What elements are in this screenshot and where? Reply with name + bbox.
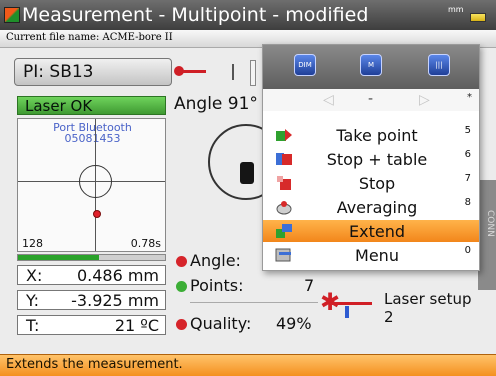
laser-dot-icon bbox=[93, 210, 101, 218]
port-id: 05081453 bbox=[64, 132, 121, 145]
units-badge: mm bbox=[448, 5, 488, 24]
target-circle bbox=[79, 165, 112, 198]
laser-target-view: Port Bluetooth 05081453 128 0.78s bbox=[17, 118, 166, 252]
menu-item-menu[interactable]: Menu 0 bbox=[263, 244, 479, 266]
value-number: 21 ºC bbox=[114, 316, 159, 335]
laser-status-badge: Laser OK bbox=[17, 96, 166, 115]
side-rail-label: CONN bbox=[485, 210, 495, 237]
measure-icon[interactable]: M bbox=[360, 54, 382, 76]
scale-marker bbox=[250, 60, 256, 86]
stop-table-icon bbox=[276, 153, 292, 165]
tab-dim-text: DIM bbox=[298, 61, 312, 69]
menu-item-label: Extend bbox=[349, 222, 405, 241]
extend-icon bbox=[276, 224, 292, 238]
value-label: Y: bbox=[26, 291, 40, 310]
stop-icon bbox=[277, 176, 291, 190]
menu-item-key: 6 bbox=[464, 149, 471, 160]
menu-item-stop[interactable]: Stop 7 bbox=[263, 172, 479, 194]
angle-status-icon bbox=[176, 256, 187, 267]
status-text: Extends the measurement. bbox=[6, 357, 183, 372]
quality-status-icon bbox=[176, 319, 187, 330]
menu-item-label: Take point bbox=[336, 126, 418, 145]
points-value: 7 bbox=[304, 276, 315, 295]
laser-setup-label[interactable]: Laser setup bbox=[384, 290, 471, 308]
value-label: X: bbox=[26, 266, 43, 285]
points-label: Points: bbox=[190, 276, 244, 295]
menu-item-label: Stop + table bbox=[326, 150, 428, 169]
quality-label: Quality: bbox=[190, 314, 252, 333]
sensor-icon bbox=[240, 162, 254, 184]
time-readout: 0.78s bbox=[130, 237, 161, 250]
nav-prev-icon[interactable]: ◁ bbox=[323, 92, 334, 108]
laser-setup-arrow-icon bbox=[345, 306, 349, 318]
nav-page-label: - bbox=[368, 91, 374, 107]
laser-pointer-beam bbox=[178, 70, 206, 73]
current-file-label: Current file name: ACME-bore II bbox=[6, 32, 173, 43]
menu-item-key: 5 bbox=[464, 125, 471, 136]
menu-item-label: Stop bbox=[358, 174, 396, 193]
laser-setup-value: 2 bbox=[384, 308, 394, 326]
battery-icon bbox=[470, 13, 486, 22]
points-status-icon bbox=[176, 281, 187, 292]
signal-readout: 128 bbox=[22, 237, 43, 250]
progress-fill bbox=[18, 255, 99, 260]
menu-icon bbox=[275, 248, 291, 262]
menu-item-averaging[interactable]: Averaging 8 bbox=[263, 196, 479, 218]
menu-item-label: Menu bbox=[355, 246, 399, 265]
quality-value: 49% bbox=[276, 314, 312, 333]
menu-item-key: 7 bbox=[464, 173, 471, 184]
menu-nav: ◁ - ▷ * bbox=[263, 89, 479, 111]
laser-setup-beam bbox=[332, 302, 372, 305]
app-icon bbox=[4, 7, 20, 23]
pi-label: PI: SB13 bbox=[23, 62, 94, 82]
pi-selector[interactable]: PI: SB13 bbox=[14, 58, 172, 86]
nav-next-icon[interactable]: ▷ bbox=[419, 92, 430, 108]
context-menu: DIM M ||| ◁ - ▷ * Take point 5 Stop + ta… bbox=[262, 44, 480, 271]
value-number: -3.925 mm bbox=[71, 291, 159, 310]
title-bar: Measurement - Multipoint - modified mm bbox=[0, 0, 496, 30]
menu-tab-strip: DIM M ||| bbox=[263, 45, 479, 89]
angle-heading: Angle 91° bbox=[174, 94, 258, 114]
menu-item-key: 0 bbox=[464, 245, 471, 256]
measurement-screen: Measurement - Multipoint - modified mm C… bbox=[0, 0, 496, 376]
laser-status-label: Laser OK bbox=[25, 97, 93, 115]
value-row-x: X: 0.486 mm bbox=[17, 265, 166, 285]
menu-item-key: 8 bbox=[464, 197, 471, 208]
units-label: mm bbox=[448, 5, 464, 14]
averaging-icon bbox=[276, 201, 292, 215]
tab-m-text: M bbox=[367, 61, 375, 69]
menu-item-label: Averaging bbox=[336, 198, 418, 217]
menu-item-take-point[interactable]: Take point 5 bbox=[263, 124, 479, 146]
stats-divider bbox=[190, 302, 318, 303]
status-bar: Extends the measurement. bbox=[0, 354, 496, 376]
table-icon[interactable]: ||| bbox=[428, 54, 450, 76]
menu-item-extend[interactable]: Extend bbox=[263, 220, 479, 242]
scale-tick bbox=[232, 64, 234, 80]
value-label: T: bbox=[26, 316, 40, 335]
side-rail: CONN bbox=[478, 180, 496, 290]
value-number: 0.486 mm bbox=[76, 266, 159, 285]
tab-table-text: ||| bbox=[435, 61, 443, 69]
angle-label: Angle: bbox=[190, 251, 241, 270]
dimensions-icon[interactable]: DIM bbox=[294, 54, 316, 76]
window-title: Measurement - Multipoint - modified bbox=[22, 4, 369, 26]
nav-star-key: * bbox=[467, 92, 472, 103]
take-point-icon bbox=[276, 129, 292, 141]
menu-item-stop-table[interactable]: Stop + table 6 bbox=[263, 148, 479, 170]
measurement-progress-bar bbox=[17, 254, 166, 261]
value-row-t: T: 21 ºC bbox=[17, 315, 166, 335]
value-row-y: Y: -3.925 mm bbox=[17, 290, 166, 310]
